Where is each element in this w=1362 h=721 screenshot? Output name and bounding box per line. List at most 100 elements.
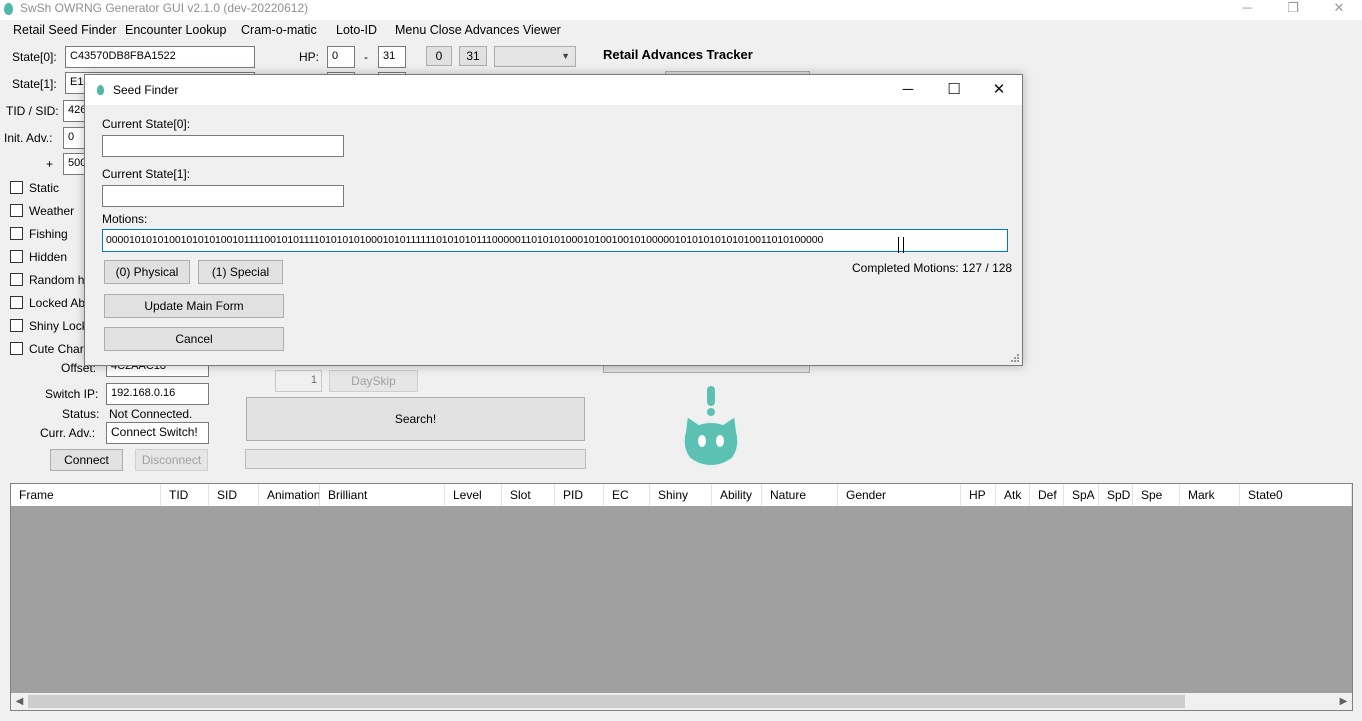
- column-header-nature[interactable]: Nature: [762, 484, 838, 506]
- checkbox-hidden-box[interactable]: [10, 250, 23, 263]
- resize-grip-icon[interactable]: [1010, 353, 1020, 363]
- column-header-atk[interactable]: Atk: [996, 484, 1030, 506]
- column-header-def[interactable]: Def: [1030, 484, 1064, 506]
- column-header-shiny[interactable]: Shiny: [650, 484, 712, 506]
- hp-min-input[interactable]: 0: [327, 46, 355, 68]
- checkbox-weather-label: Weather: [29, 204, 75, 218]
- dialog-minimize-button[interactable]: ─: [885, 75, 931, 105]
- restore-button[interactable]: ❐: [1270, 0, 1316, 20]
- hp-label: HP:: [299, 50, 320, 64]
- checkbox-random-box[interactable]: [10, 273, 23, 286]
- current-state0-input[interactable]: [102, 135, 344, 157]
- dialog-title-bar[interactable]: Seed Finder ─ ☐ ✕: [85, 75, 1022, 105]
- minimize-button[interactable]: ─: [1224, 0, 1270, 20]
- current-state1-input[interactable]: [102, 185, 344, 207]
- curr-adv-input: Connect Switch!: [106, 422, 209, 444]
- checkbox-locked-ability-label: Locked Ab: [29, 296, 86, 310]
- horizontal-scrollbar[interactable]: ◀ ▶: [11, 693, 1352, 710]
- retail-advances-tracker-label: Retail Advances Tracker: [603, 47, 753, 62]
- checkbox-weather-box[interactable]: [10, 204, 23, 217]
- results-grid[interactable]: Frame TID SID Animation Brilliant Level …: [10, 483, 1353, 711]
- progress-bar: [245, 449, 586, 469]
- disconnect-button[interactable]: Disconnect: [135, 449, 208, 471]
- menu-loto-id[interactable]: Loto-ID: [336, 23, 377, 37]
- checkbox-locked-ability-box[interactable]: [10, 296, 23, 309]
- seed-finder-dialog: Seed Finder ─ ☐ ✕ Current State[0]: Curr…: [84, 74, 1023, 366]
- dayskip-count-input[interactable]: 1: [275, 370, 322, 392]
- dialog-maximize-button[interactable]: ☐: [931, 75, 977, 105]
- column-header-spe[interactable]: Spe: [1133, 484, 1180, 506]
- hp-max-input[interactable]: 31: [378, 46, 406, 68]
- motions-input[interactable]: 0000101010100101010100101111001010111101…: [102, 229, 1008, 252]
- main-title-bar: SwSh OWRNG Generator GUI v2.1.0 (dev-202…: [0, 0, 1362, 20]
- tid-sid-label: TID / SID:: [6, 104, 59, 118]
- column-header-gender[interactable]: Gender: [838, 484, 961, 506]
- mascot-icon: [682, 386, 740, 468]
- special-button[interactable]: (1) Special: [198, 260, 283, 284]
- connect-button[interactable]: Connect: [50, 449, 123, 471]
- checkbox-static-label: Static: [29, 181, 60, 195]
- dialog-app-icon: [97, 85, 104, 95]
- curr-adv-label: Curr. Adv.:: [40, 426, 96, 440]
- checkbox-shiny-lock-label: Shiny Lock: [29, 319, 88, 333]
- cancel-button[interactable]: Cancel: [104, 327, 284, 351]
- hp-max-button[interactable]: 31: [459, 46, 487, 66]
- column-header-level[interactable]: Level: [445, 484, 502, 506]
- menu-cram-o-matic[interactable]: Cram-o-matic: [241, 23, 317, 37]
- checkbox-hidden-label: Hidden: [29, 250, 68, 264]
- status-label: Status:: [62, 407, 100, 421]
- column-header-spd[interactable]: SpD: [1099, 484, 1133, 506]
- menu-encounter-lookup[interactable]: Encounter Lookup: [125, 23, 226, 37]
- column-header-pid[interactable]: PID: [555, 484, 604, 506]
- scroll-right-icon[interactable]: ▶: [1335, 693, 1352, 710]
- scroll-left-icon[interactable]: ◀: [11, 693, 28, 710]
- switch-ip-label: Switch IP:: [45, 387, 99, 401]
- checkbox-shiny-lock-box[interactable]: [10, 319, 23, 332]
- search-button[interactable]: Search!: [246, 397, 585, 441]
- switch-ip-input[interactable]: 192.168.0.16: [106, 383, 209, 405]
- text-cursor-icon: [898, 237, 904, 253]
- main-window-title: SwSh OWRNG Generator GUI v2.1.0 (dev-202…: [20, 1, 309, 15]
- column-header-spa[interactable]: SpA: [1064, 484, 1099, 506]
- checkbox-cute-charm-label: Cute Char: [29, 342, 84, 356]
- column-header-ec[interactable]: EC: [604, 484, 650, 506]
- plus-label: +: [46, 157, 54, 171]
- state0-label: State[0]:: [12, 50, 57, 64]
- chevron-down-icon: ▼: [561, 51, 570, 61]
- dialog-title: Seed Finder: [113, 83, 179, 97]
- hp-judge-select[interactable]: ▼: [494, 46, 576, 67]
- checkbox-fishing-label: Fishing: [29, 227, 68, 241]
- column-header-mark[interactable]: Mark: [1180, 484, 1240, 506]
- physical-button[interactable]: (0) Physical: [104, 260, 190, 284]
- checkbox-random-label: Random h: [29, 273, 85, 287]
- column-header-tid[interactable]: TID: [161, 484, 209, 506]
- checkbox-cute-charm-box[interactable]: [10, 342, 23, 355]
- motions-label: Motions:: [102, 212, 148, 226]
- column-header-brilliant[interactable]: Brilliant: [320, 484, 445, 506]
- menu-retail-seed-finder[interactable]: Retail Seed Finder: [13, 23, 117, 37]
- column-header-slot[interactable]: Slot: [502, 484, 555, 506]
- current-state1-label: Current State[1]:: [102, 167, 191, 181]
- column-header-state0[interactable]: State0: [1240, 484, 1352, 506]
- checkbox-static-box[interactable]: [10, 181, 23, 194]
- close-button[interactable]: ✕: [1316, 0, 1362, 20]
- column-header-ability[interactable]: Ability: [712, 484, 762, 506]
- state0-input[interactable]: C43570DB8FBA1522: [65, 46, 255, 68]
- column-header-hp[interactable]: HP: [961, 484, 996, 506]
- init-adv-label: Init. Adv.:: [4, 131, 53, 145]
- scrollbar-thumb[interactable]: [28, 695, 1185, 708]
- column-header-animation[interactable]: Animation: [259, 484, 320, 506]
- current-state0-label: Current State[0]:: [102, 117, 191, 131]
- checkbox-fishing-box[interactable]: [10, 227, 23, 240]
- dayskip-button[interactable]: DaySkip: [329, 370, 418, 392]
- dialog-close-button[interactable]: ✕: [976, 75, 1022, 105]
- menu-bar: Retail Seed Finder Encounter Lookup Cram…: [0, 20, 1362, 42]
- hp-dash: -: [364, 50, 368, 64]
- column-header-frame[interactable]: Frame: [11, 484, 161, 506]
- menu-close-advances-viewer[interactable]: Menu Close Advances Viewer: [395, 23, 561, 37]
- hp-min-button[interactable]: 0: [426, 46, 452, 66]
- update-main-form-button[interactable]: Update Main Form: [104, 294, 284, 318]
- status-value: Not Connected.: [109, 407, 193, 421]
- completed-motions-text: Completed Motions: 127 / 128: [852, 261, 1013, 275]
- column-header-sid[interactable]: SID: [209, 484, 259, 506]
